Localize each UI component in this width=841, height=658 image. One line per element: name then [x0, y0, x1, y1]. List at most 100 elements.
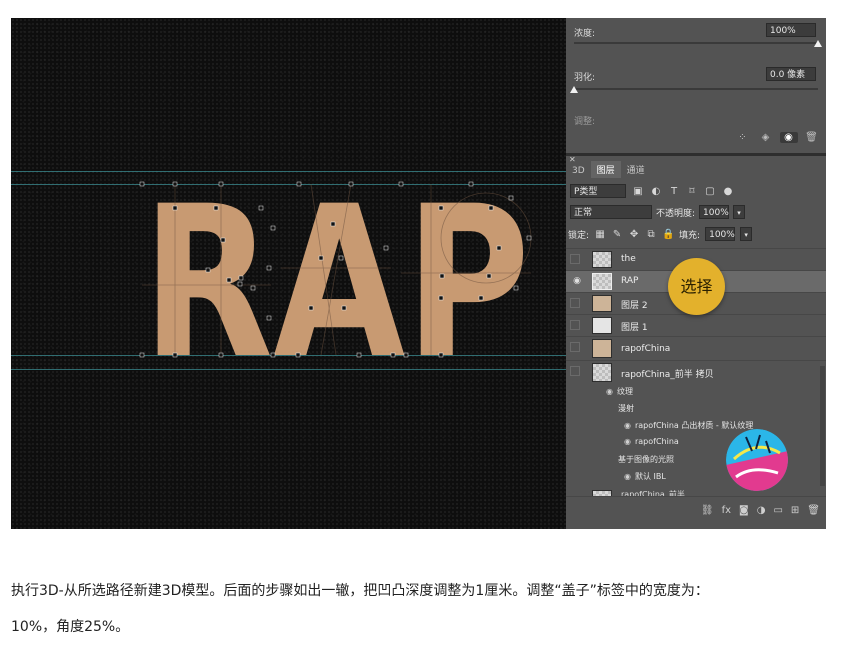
anchor-point[interactable] — [318, 255, 324, 261]
adjustment-filter-icon[interactable]: ◐ — [650, 186, 662, 197]
anchor-point[interactable] — [438, 205, 444, 211]
eye-icon[interactable]: ◉ — [624, 472, 631, 481]
anchor-point[interactable] — [295, 352, 301, 358]
anchor-point[interactable] — [486, 273, 492, 279]
lock-all-icon[interactable]: 🔒 — [662, 229, 674, 240]
chevron-down-icon[interactable]: ▾ — [733, 205, 746, 219]
lock-move-icon[interactable]: ✥ — [628, 229, 640, 240]
anchor-point[interactable] — [172, 205, 178, 211]
grid-icon[interactable]: ⁘ — [734, 132, 752, 143]
feather-slider-thumb[interactable] — [570, 86, 578, 93]
document-canvas[interactable]: RAP — [11, 18, 566, 529]
anchor-point[interactable] — [218, 181, 224, 187]
anchor-point[interactable] — [250, 285, 256, 291]
anchor-point[interactable] — [308, 305, 314, 311]
eye-icon[interactable]: ◉ — [624, 437, 631, 446]
lock-paint-icon[interactable]: ✎ — [611, 229, 623, 240]
type-filter-icon[interactable]: T — [668, 186, 680, 197]
sublayer-texture[interactable]: ◉ 纹理 — [606, 386, 633, 397]
pixel-filter-icon[interactable]: ▣ — [632, 186, 644, 197]
smart-object-filter-icon[interactable]: ▢ — [704, 186, 716, 197]
anchor-point[interactable] — [266, 315, 272, 321]
anchor-point[interactable] — [172, 352, 178, 358]
sublayer-rapofchina[interactable]: ◉ rapofChina — [624, 437, 679, 446]
mask-icon[interactable]: ◙ — [739, 505, 749, 516]
visibility-box[interactable] — [570, 320, 580, 330]
chevron-down-icon[interactable]: ▾ — [740, 227, 753, 241]
anchor-point[interactable] — [356, 352, 362, 358]
lock-transparent-icon[interactable]: ▦ — [594, 229, 606, 240]
fx-icon[interactable]: fx — [722, 505, 731, 516]
anchor-point[interactable] — [439, 273, 445, 279]
anchor-point[interactable] — [172, 181, 178, 187]
density-slider-thumb[interactable] — [814, 40, 822, 47]
anchor-point[interactable] — [478, 295, 484, 301]
anchor-point[interactable] — [403, 352, 409, 358]
opacity-field[interactable]: 100% — [699, 205, 730, 219]
anchor-point[interactable] — [330, 221, 336, 227]
sublayer-diffuse[interactable]: 漫射 — [618, 403, 634, 414]
anchor-point[interactable] — [238, 275, 244, 281]
anchor-point[interactable] — [398, 181, 404, 187]
link-icon[interactable]: ⛓ — [701, 505, 714, 516]
lock-artboard-icon[interactable]: ⧉ — [645, 229, 657, 240]
anchor-point[interactable] — [488, 205, 494, 211]
tab-layers[interactable]: 图层 — [590, 161, 621, 178]
shape-filter-icon[interactable]: ⌑ — [686, 186, 698, 197]
anchor-point[interactable] — [341, 305, 347, 311]
anchor-point[interactable] — [139, 352, 145, 358]
anchor-point[interactable] — [296, 181, 302, 187]
tab-channels[interactable]: 通道 — [621, 161, 651, 178]
sublayer-material[interactable]: ◉ rapofChina 凸出材质 - 默认纹理 — [624, 420, 753, 431]
layer-partial[interactable]: rapofChina_前半 — [621, 489, 685, 496]
visibility-box[interactable] — [570, 342, 580, 352]
anchor-point[interactable] — [237, 281, 243, 287]
tab-3d[interactable]: 3D — [566, 164, 591, 178]
adjustment-icon[interactable]: ◑ — [757, 505, 766, 516]
anchor-point[interactable] — [205, 267, 211, 273]
anchor-point[interactable] — [338, 255, 344, 261]
sublayer-ibl-group[interactable]: 基于图像的光照 — [618, 454, 674, 465]
visibility-box[interactable] — [570, 298, 580, 308]
layer-row-layer1[interactable]: 图层 1 — [566, 314, 826, 336]
eye-icon[interactable]: ◉ — [624, 421, 631, 430]
anchor-point[interactable] — [270, 352, 276, 358]
anchor-point[interactable] — [220, 237, 226, 243]
anchor-point[interactable] — [218, 352, 224, 358]
new-layer-icon[interactable]: ⊞ — [791, 505, 799, 516]
anchor-point[interactable] — [438, 295, 444, 301]
kind-filter-select[interactable]: P类型 — [570, 184, 626, 198]
anchor-point[interactable] — [348, 181, 354, 187]
filter-toggle-icon[interactable]: ● — [722, 186, 734, 197]
layer-row-rapofchina[interactable]: rapofChina — [566, 336, 826, 360]
apply-mask-icon[interactable]: ◈ — [757, 132, 775, 143]
anchor-point[interactable] — [383, 245, 389, 251]
density-field[interactable]: 100% — [766, 23, 816, 37]
feather-field[interactable]: 0.0 像素 — [766, 67, 816, 81]
layer-row-rapofchina-copy[interactable]: rapofChina_前半 拷贝 — [566, 360, 826, 384]
sublayer-ibl[interactable]: ◉ 默认 IBL — [624, 471, 666, 482]
anchor-point[interactable] — [213, 205, 219, 211]
anchor-point[interactable] — [139, 181, 145, 187]
trash-icon[interactable]: 🗑 — [807, 505, 820, 516]
folder-icon[interactable]: ▭ — [773, 505, 782, 516]
anchor-point[interactable] — [508, 195, 514, 201]
feather-slider[interactable] — [574, 88, 818, 90]
eye-icon[interactable]: ◉ — [606, 387, 613, 396]
fill-field[interactable]: 100% — [705, 227, 736, 241]
density-slider[interactable] — [574, 42, 818, 44]
blend-mode-select[interactable]: 正常 — [570, 205, 652, 219]
anchor-point[interactable] — [513, 285, 519, 291]
anchor-point[interactable] — [258, 205, 264, 211]
anchor-point[interactable] — [526, 235, 532, 241]
visibility-box[interactable] — [570, 366, 580, 376]
eye-icon[interactable]: ◉ — [571, 275, 583, 287]
trash-icon[interactable]: 🗑 — [803, 132, 821, 143]
anchor-point[interactable] — [226, 277, 232, 283]
anchor-point[interactable] — [468, 181, 474, 187]
visibility-box[interactable] — [570, 254, 580, 264]
anchor-point[interactable] — [266, 265, 272, 271]
layers-scrollbar[interactable] — [820, 366, 825, 486]
anchor-point[interactable] — [270, 225, 276, 231]
anchor-point[interactable] — [438, 352, 444, 358]
